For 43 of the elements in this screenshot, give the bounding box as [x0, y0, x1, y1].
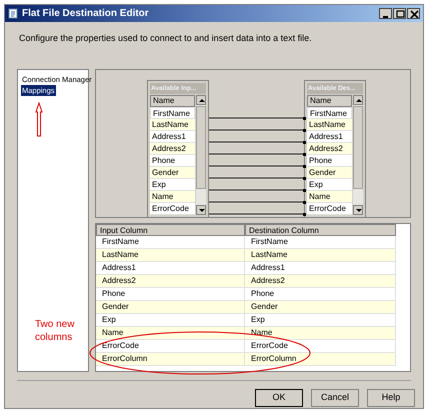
scroll-up-icon[interactable] — [353, 94, 363, 104]
column-header: Name — [150, 94, 195, 106]
list-item[interactable]: Address2 — [307, 142, 352, 154]
dialog-button[interactable]: Cancel — [311, 388, 359, 406]
list-item[interactable]: Gender — [150, 166, 195, 178]
minimize-icon[interactable] — [379, 8, 392, 19]
list-item[interactable]: Phone — [150, 154, 195, 166]
app-icon — [8, 8, 19, 19]
list-item[interactable]: Exp — [307, 178, 352, 190]
scrollbar[interactable] — [196, 94, 206, 214]
list-item[interactable]: ErrorCode — [150, 202, 195, 214]
scroll-down-icon[interactable] — [196, 204, 206, 214]
list-item[interactable]: Address1 — [150, 130, 195, 142]
arrow-annotation — [34, 102, 44, 136]
list-item[interactable]: FirstName — [150, 106, 195, 118]
table-cell: ErrorColumn — [96, 352, 245, 366]
list-item[interactable]: ErrorCode — [307, 202, 352, 214]
window-title: Flat File Destination Editor — [22, 7, 149, 21]
list-item[interactable]: Name — [307, 190, 352, 202]
list-item[interactable]: Phone — [307, 154, 352, 166]
dialog-button[interactable]: Help — [367, 388, 415, 406]
list-item[interactable]: Address1 — [307, 130, 352, 142]
annotation-text: Two new columns — [35, 318, 75, 344]
list-item[interactable]: Exp — [150, 178, 195, 190]
list-item[interactable]: Gender — [307, 166, 352, 178]
list-item[interactable]: LastName — [150, 118, 195, 130]
list-item[interactable]: Name — [150, 190, 195, 202]
table-cell: ErrorColumn — [245, 352, 396, 366]
maximize-icon[interactable] — [393, 8, 406, 19]
description: Configure the properties used to connect to and insert data into a text file. — [19, 32, 313, 45]
column-header: Name — [307, 94, 352, 106]
dialog-button[interactable]: OK — [255, 388, 303, 406]
close-icon[interactable] — [407, 8, 420, 19]
column-header[interactable]: Destination Column — [245, 224, 396, 236]
scroll-down-icon[interactable] — [353, 204, 363, 214]
column-header[interactable]: Input Column — [96, 224, 245, 236]
scroll-thumb[interactable] — [196, 106, 206, 188]
scrollbar[interactable] — [353, 94, 363, 214]
scroll-up-icon[interactable] — [196, 94, 206, 104]
list-item[interactable]: Address2 — [150, 142, 195, 154]
list-item[interactable]: FirstName — [307, 106, 352, 118]
scroll-thumb[interactable] — [353, 106, 363, 188]
list-item[interactable]: LastName — [307, 118, 352, 130]
